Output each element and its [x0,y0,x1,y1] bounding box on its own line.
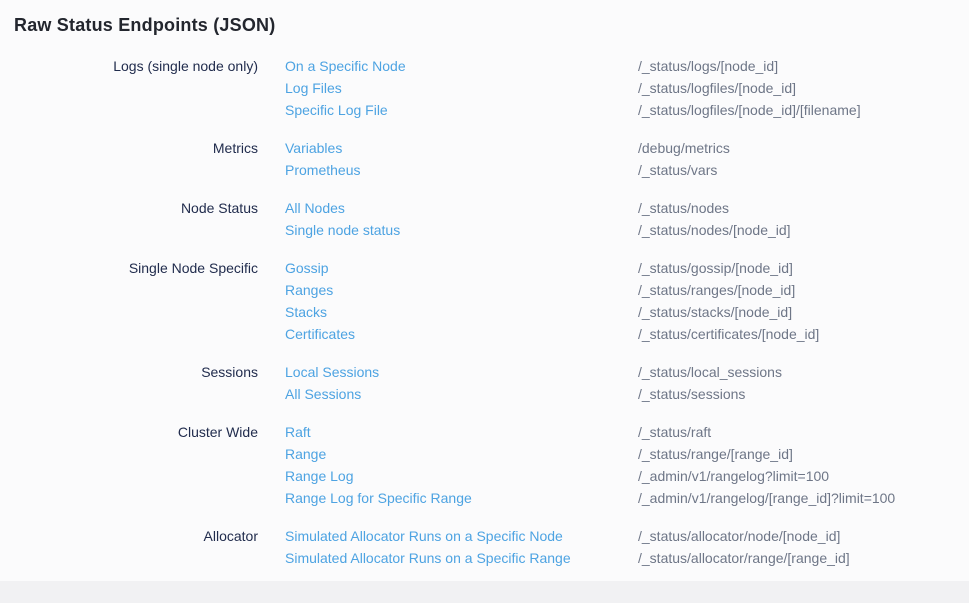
endpoint-row: Simulated Allocator Runs on a Specific N… [285,525,969,547]
endpoint-group: Metrics Variables/debug/metricsPrometheus… [14,137,969,181]
endpoint-row: Gossip/_status/gossip/[node_id] [285,257,969,279]
endpoint-row: All Nodes/_status/nodes [285,197,969,219]
endpoint-path: /_status/ranges/[node_id] [638,279,795,301]
category-label: Logs (single node only) [14,55,258,77]
endpoint-table: Logs (single node only) On a Specific Nod… [14,55,969,569]
endpoint-row: Prometheus/_status/vars [285,159,969,181]
endpoint-path: /_status/logfiles/[node_id]/[filename] [638,99,861,121]
endpoint-path: /_admin/v1/rangelog/[range_id]?limit=100 [638,487,895,509]
endpoint-path: /_status/local_sessions [638,361,782,383]
endpoint-link[interactable]: Range [285,443,638,465]
endpoint-group: Allocator Simulated Allocator Runs on a S… [14,525,969,569]
endpoint-row: Single node status/_status/nodes/[node_i… [285,219,969,241]
endpoint-path: /_status/allocator/range/[range_id] [638,547,850,569]
endpoint-path: /_status/logs/[node_id] [638,55,778,77]
endpoint-link[interactable]: Simulated Allocator Runs on a Specific N… [285,525,638,547]
endpoint-link[interactable]: Range Log for Specific Range [285,487,638,509]
endpoint-link[interactable]: Variables [285,137,638,159]
endpoint-link[interactable]: Prometheus [285,159,638,181]
endpoint-row: Local Sessions/_status/local_sessions [285,361,969,383]
endpoint-row: Specific Log File/_status/logfiles/[node… [285,99,969,121]
endpoint-rows: All Nodes/_status/nodesSingle node statu… [285,197,969,241]
endpoint-link[interactable]: Single node status [285,219,638,241]
endpoint-row: Variables/debug/metrics [285,137,969,159]
endpoint-path: /_status/allocator/node/[node_id] [638,525,840,547]
endpoint-path: /_status/gossip/[node_id] [638,257,793,279]
endpoint-row: Range/_status/range/[range_id] [285,443,969,465]
endpoint-group: Single Node Specific Gossip/_status/gossi… [14,257,969,345]
endpoint-row: On a Specific Node/_status/logs/[node_id… [285,55,969,77]
endpoint-link[interactable]: Local Sessions [285,361,638,383]
endpoint-path: /_status/stacks/[node_id] [638,301,792,323]
endpoint-path: /_status/sessions [638,383,745,405]
endpoint-rows: Gossip/_status/gossip/[node_id]Ranges/_s… [285,257,969,345]
endpoint-row: Ranges/_status/ranges/[node_id] [285,279,969,301]
endpoint-row: All Sessions/_status/sessions [285,383,969,405]
endpoint-rows: Simulated Allocator Runs on a Specific N… [285,525,969,569]
endpoint-link[interactable]: Raft [285,421,638,443]
endpoint-link[interactable]: Specific Log File [285,99,638,121]
endpoint-path: /_status/nodes [638,197,729,219]
endpoint-link[interactable]: Certificates [285,323,638,345]
endpoint-link[interactable]: Range Log [285,465,638,487]
endpoint-path: /_status/range/[range_id] [638,443,793,465]
category-label: Sessions [14,361,258,383]
endpoint-path: /_status/nodes/[node_id] [638,219,791,241]
endpoint-row: Simulated Allocator Runs on a Specific R… [285,547,969,569]
endpoint-link[interactable]: Log Files [285,77,638,99]
endpoint-link[interactable]: Stacks [285,301,638,323]
endpoint-path: /debug/metrics [638,137,730,159]
endpoint-group: Logs (single node only) On a Specific Nod… [14,55,969,121]
endpoint-row: Log Files/_status/logfiles/[node_id] [285,77,969,99]
category-label: Single Node Specific [14,257,258,279]
endpoint-rows: Variables/debug/metricsPrometheus/_statu… [285,137,969,181]
endpoint-link[interactable]: Gossip [285,257,638,279]
endpoint-link[interactable]: Ranges [285,279,638,301]
endpoint-link[interactable]: All Nodes [285,197,638,219]
endpoint-row: Range Log/_admin/v1/rangelog?limit=100 [285,465,969,487]
category-label: Cluster Wide [14,421,258,443]
endpoint-group: Cluster Wide Raft/_status/raftRange/_stat… [14,421,969,509]
endpoint-group: Node Status All Nodes/_status/nodesSingle… [14,197,969,241]
endpoint-path: /_status/vars [638,159,717,181]
debug-page: Raw Status Endpoints (JSON) Logs (single… [0,0,969,581]
endpoint-row: Certificates/_status/certificates/[node_… [285,323,969,345]
endpoint-rows: Raft/_status/raftRange/_status/range/[ra… [285,421,969,509]
endpoint-row: Stacks/_status/stacks/[node_id] [285,301,969,323]
endpoint-link[interactable]: On a Specific Node [285,55,638,77]
endpoint-path: /_status/certificates/[node_id] [638,323,819,345]
endpoint-row: Range Log for Specific Range/_admin/v1/r… [285,487,969,509]
endpoint-row: Raft/_status/raft [285,421,969,443]
endpoint-path: /_status/raft [638,421,711,443]
footer-strip [0,581,969,603]
endpoint-path: /_status/logfiles/[node_id] [638,77,796,99]
endpoint-rows: Local Sessions/_status/local_sessionsAll… [285,361,969,405]
endpoint-rows: On a Specific Node/_status/logs/[node_id… [285,55,969,121]
endpoint-link[interactable]: Simulated Allocator Runs on a Specific R… [285,547,638,569]
category-label: Node Status [14,197,258,219]
category-label: Metrics [14,137,258,159]
category-label: Allocator [14,525,258,547]
endpoint-link[interactable]: All Sessions [285,383,638,405]
page-title: Raw Status Endpoints (JSON) [14,13,969,37]
endpoint-group: Sessions Local Sessions/_status/local_ses… [14,361,969,405]
endpoint-path: /_admin/v1/rangelog?limit=100 [638,465,829,487]
